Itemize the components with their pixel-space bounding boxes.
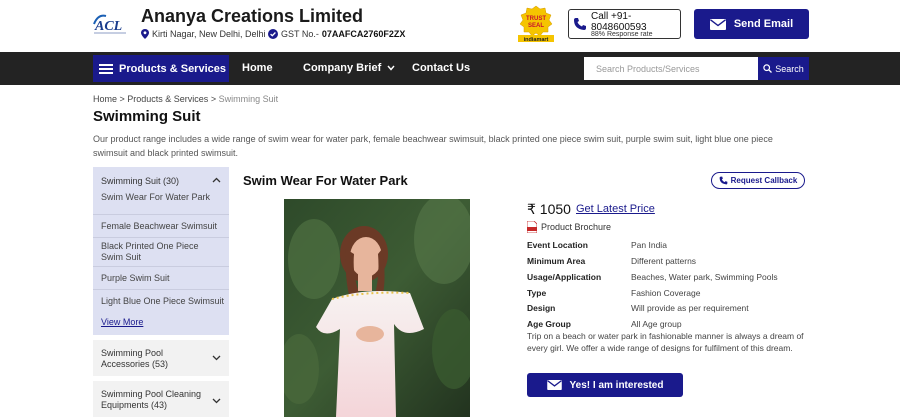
breadcrumb-home[interactable]: Home — [93, 94, 117, 104]
location-text: Kirti Nagar, New Delhi, Delhi — [152, 29, 266, 39]
view-more-link[interactable]: View More — [101, 317, 143, 327]
gst-number: 07AAFCA2760F2ZX — [321, 29, 406, 39]
spec-value-minimum-area: Different patterns — [631, 256, 697, 266]
svg-text:ACL: ACL — [94, 19, 122, 34]
spec-value-type: Fashion Coverage — [631, 288, 701, 298]
category-pool-cleaning-label: Swimming Pool Cleaning Equipments (43) — [101, 389, 202, 410]
search-input[interactable] — [584, 57, 758, 80]
search-button[interactable]: Search — [758, 57, 809, 80]
spec-label-usage: Usage/Application — [527, 272, 602, 282]
spec-label-type: Type — [527, 288, 547, 298]
nav-products-services[interactable]: Products & Services — [93, 55, 229, 82]
yes-interested-label: Yes! I am interested — [569, 379, 664, 391]
product-title: Swim Wear For Water Park — [243, 173, 408, 188]
main-nav: Products & Services Home Company Brief C… — [0, 52, 900, 85]
page-title: Swimming Suit — [93, 108, 201, 125]
spec-value-design: Will provide as per requirement — [631, 303, 749, 313]
company-name[interactable]: Ananya Creations Limited — [141, 6, 363, 27]
nav-company-brief-label: Company Brief — [303, 62, 382, 74]
site-header: ACL Ananya Creations Limited Kirti Nagar… — [0, 0, 900, 52]
spec-label-design: Design — [527, 303, 556, 313]
product-description: Trip on a beach or water park in fashion… — [527, 331, 804, 353]
product-image[interactable] — [284, 199, 470, 417]
chevron-up-icon[interactable] — [212, 177, 221, 183]
nav-contact-us[interactable]: Contact Us — [412, 52, 470, 85]
gst-info: GST No.- 07AAFCA2760F2ZX — [268, 29, 405, 39]
call-button[interactable]: Call +91- 8048600593 88% Response rate — [568, 9, 681, 39]
sidebar-category-panel: Swimming Suit (30) Swim Wear For Water P… — [93, 167, 229, 335]
nav-products-label: Products & Services — [119, 62, 226, 75]
phone-icon — [719, 176, 727, 185]
product-brochure-link[interactable]: Product Brochure — [527, 221, 611, 233]
send-email-label: Send Email — [733, 18, 794, 30]
sidebar-item-swim-wear-water-park[interactable]: Swim Wear For Water Park — [93, 192, 229, 215]
breadcrumb: Home > Products & Services > Swimming Su… — [93, 94, 279, 104]
spec-value-usage: Beaches, Water park, Swimming Pools — [631, 272, 778, 282]
sidebar-item-purple-swim-suit[interactable]: Purple Swim Suit — [93, 267, 229, 290]
spec-value-event-location: Pan India — [631, 240, 667, 250]
chevron-down-icon — [387, 65, 395, 71]
spec-label-minimum-area: Minimum Area — [527, 256, 586, 266]
nav-company-brief[interactable]: Company Brief — [303, 52, 395, 85]
search-icon — [763, 64, 773, 73]
sidebar-item-female-beachwear[interactable]: Female Beachwear Swimsuit — [93, 215, 229, 238]
svg-text:SEAL: SEAL — [528, 23, 544, 29]
request-callback-label: Request Callback — [730, 176, 798, 185]
send-email-button[interactable]: Send Email — [694, 9, 809, 39]
gst-label: GST No.- — [281, 29, 319, 39]
phone-icon — [574, 18, 586, 30]
svg-text:indiamart: indiamart — [524, 37, 549, 43]
verified-check-icon — [268, 29, 278, 39]
trust-seal-badge[interactable]: TRUST SEAL indiamart — [515, 5, 557, 43]
yes-interested-button[interactable]: Yes! I am interested — [527, 373, 683, 397]
sidebar-category-pool-accessories[interactable]: Swimming Pool Accessories (53) — [93, 340, 229, 376]
sidebar-category-pool-cleaning[interactable]: Swimming Pool Cleaning Equipments (43) — [93, 381, 229, 417]
spec-label-event-location: Event Location — [527, 240, 588, 250]
sidebar-item-light-blue-swimsuit[interactable]: Light Blue One Piece Swimsuit — [93, 290, 229, 313]
product-price: ₹ 1050 — [527, 201, 571, 217]
call-number: Call +91- 8048600593 — [591, 11, 647, 33]
page-description: Our product range includes a wide range … — [93, 134, 773, 158]
location-pin-icon — [141, 29, 149, 39]
hamburger-menu-icon — [99, 63, 113, 74]
chevron-down-icon — [212, 398, 221, 404]
chevron-down-icon — [212, 355, 221, 361]
response-rate: 88% Response rate — [591, 31, 653, 38]
product-brochure-label: Product Brochure — [541, 222, 612, 232]
search-label: Search — [775, 63, 804, 74]
category-pool-accessories-label: Swimming Pool Accessories (53) — [101, 348, 169, 369]
pdf-file-icon — [527, 221, 537, 233]
sidebar-item-black-printed-swim-suit[interactable]: Black Printed One Piece Swim Suit — [93, 238, 229, 267]
spec-value-age-group: All Age group — [631, 319, 682, 329]
spec-label-age-group: Age Group — [527, 319, 571, 329]
envelope-icon — [546, 380, 562, 390]
request-callback-button[interactable]: Request Callback — [711, 172, 805, 189]
breadcrumb-products[interactable]: Products & Services — [127, 94, 208, 104]
company-logo[interactable]: ACL — [92, 12, 130, 36]
sidebar-heading[interactable]: Swimming Suit (30) — [101, 176, 179, 186]
nav-home[interactable]: Home — [242, 52, 273, 85]
company-location: Kirti Nagar, New Delhi, Delhi — [141, 29, 266, 39]
envelope-icon — [709, 18, 726, 30]
svg-text:TRUST: TRUST — [526, 16, 546, 22]
get-latest-price-link[interactable]: Get Latest Price — [576, 203, 655, 215]
breadcrumb-current: Swimming Suit — [218, 94, 279, 104]
